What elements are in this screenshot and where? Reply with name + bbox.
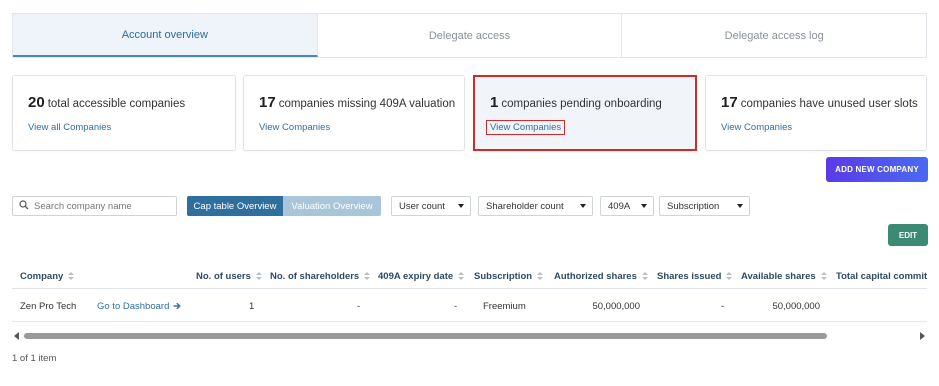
go-to-dashboard-link[interactable]: Go to Dashboard [97,290,182,322]
column-company[interactable]: Company [20,263,75,289]
column-authorized-shares[interactable]: Authorized shares [554,263,648,289]
valuation-overview-toggle[interactable]: Valuation Overview [283,196,381,216]
tab-delegate-access[interactable]: Delegate access [318,14,623,57]
scroll-right-icon[interactable] [920,332,925,340]
column-shares-issued[interactable]: Shares issued [657,263,733,289]
column-subscription[interactable]: Subscription [474,263,544,289]
caret-down-icon [737,204,743,208]
sort-icon [68,271,75,281]
sort-icon [537,271,544,281]
card-stat: 17 companies have unused user slots [721,94,918,111]
card-count: 20 [28,94,45,111]
sort-icon [726,271,733,281]
subscription-dropdown[interactable]: Subscription [659,196,750,216]
card-text: total accessible companies [47,98,186,110]
sort-icon [641,271,648,281]
sort-icon [458,271,465,281]
sort-icon [255,271,262,281]
view-all-companies-link[interactable]: View all Companies [28,122,111,133]
card-text: companies missing 409A valuation [278,98,456,110]
tab-delegate-access-log[interactable]: Delegate access log [622,14,926,57]
search-box[interactable] [12,196,177,216]
horizontal-scrollbar[interactable] [12,331,927,341]
shareholder-count-dropdown[interactable]: Shareholder count [478,196,593,216]
view-companies-link[interactable]: View Companies [259,122,330,133]
column-label: Company [20,270,64,282]
dropdown-label: User count [399,200,445,212]
card-stat: 20 total accessible companies [28,94,185,111]
column-409a-expiry[interactable]: 409A expiry date [378,263,465,289]
cell-409a-expiry: - [454,300,458,312]
card-total-companies: 20 total accessible companies View all Co… [12,75,236,151]
sort-icon [820,271,827,281]
card-pending-onboarding: 1 companies pending onboarding View Compa… [473,75,697,151]
card-stat: 17 companies missing 409A valuation [259,94,455,111]
card-count: 1 [490,94,499,111]
card-text: companies pending onboarding [501,98,662,110]
card-text: companies have unused user slots [740,98,918,110]
column-available-shares[interactable]: Available shares [741,263,827,289]
cell-shares-issued: - [721,300,725,312]
card-stat: 1 companies pending onboarding [490,94,662,111]
column-label: Available shares [741,270,816,282]
caret-down-icon [580,204,586,208]
dropdown-label: Subscription [667,200,720,212]
card-count: 17 [721,94,738,111]
card-missing-409a: 17 companies missing 409A valuation View … [243,75,465,151]
cell-subscription: Freemium [483,300,526,312]
arrow-right-icon [173,302,182,310]
scrollbar-thumb[interactable] [24,333,827,339]
column-label: Total capital commit [836,270,928,282]
tab-account-overview[interactable]: Account overview [13,14,318,57]
409a-dropdown[interactable]: 409A [600,196,654,216]
cell-users: 1 [249,300,255,312]
sort-icon [364,271,371,281]
scroll-left-icon[interactable] [14,332,19,340]
cell-shareholders: - [357,300,361,312]
view-companies-link[interactable]: View Companies [721,122,792,133]
add-new-company-button[interactable]: ADD NEW COMPANY [826,157,928,182]
tab-bar: Account overview Delegate access Delegat… [12,13,927,58]
cap-table-overview-toggle[interactable]: Cap table Overview [187,196,283,216]
card-unused-user-slots: 17 companies have unused user slots View … [705,75,927,151]
cell-available-shares: 50,000,000 [772,300,820,312]
dropdown-label: 409A [608,200,631,212]
column-label: No. of shareholders [270,270,360,282]
caret-down-icon [458,204,464,208]
edit-button[interactable]: EDIT [888,224,928,246]
search-icon [19,197,29,215]
column-label: Authorized shares [554,270,637,282]
caret-down-icon [641,204,647,208]
column-label: Shares issued [657,270,722,282]
column-label: No. of users [196,270,251,282]
view-companies-link[interactable]: View Companies [486,120,566,135]
column-shareholders[interactable]: No. of shareholders [270,263,371,289]
pagination-summary: 1 of 1 item [12,353,57,364]
column-label: Subscription [474,270,533,282]
card-count: 17 [259,94,276,111]
dropdown-label: Shareholder count [486,200,564,212]
scrollbar-track[interactable] [24,333,914,339]
user-count-dropdown[interactable]: User count [391,196,471,216]
cell-company: Zen Pro Tech [20,300,77,312]
column-label: 409A expiry date [378,270,454,282]
cell-authorized-shares: 50,000,000 [592,300,640,312]
column-users[interactable]: No. of users [196,263,262,289]
table-header: Company No. of users No. of shareholders… [12,263,927,289]
column-total-capital[interactable]: Total capital commit [836,263,927,289]
table-row: Zen Pro Tech Go to Dashboard 1 - - Freem… [12,290,927,322]
search-input[interactable] [34,200,169,212]
dashboard-link-label: Go to Dashboard [97,300,170,312]
